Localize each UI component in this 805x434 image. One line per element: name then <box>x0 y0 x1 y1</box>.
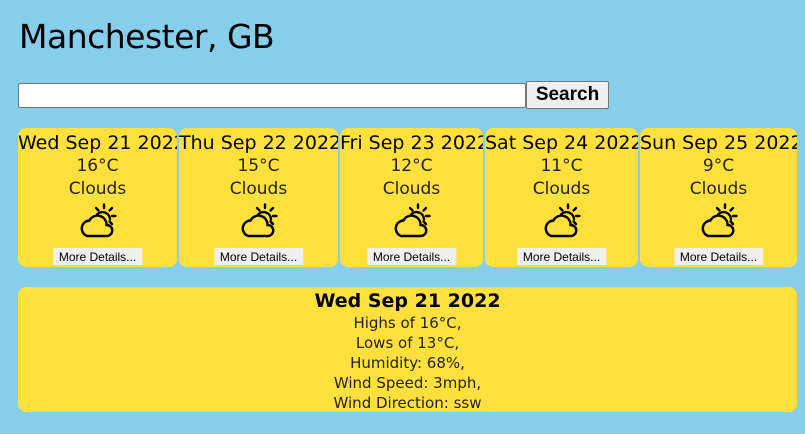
forecast-date: Fri Sep 23 2022 <box>340 132 483 154</box>
forecast-date: Sat Sep 24 2022 <box>485 132 638 154</box>
partly-cloudy-icon <box>544 203 581 238</box>
forecast-card: Wed Sep 21 2022 16°C Clouds More Details… <box>18 128 177 267</box>
details-wind-direction: Wind Direction: ssw <box>333 394 482 412</box>
forecast-temperature: 15°C <box>237 156 280 176</box>
details-wind-speed: Wind Speed: 3mph, <box>333 374 482 392</box>
forecast-condition: Clouds <box>382 179 441 199</box>
search-bar: Search <box>18 81 609 109</box>
forecast-date: Thu Sep 22 2022 <box>179 132 338 154</box>
partly-cloudy-icon <box>701 203 738 238</box>
forecast-card: Thu Sep 22 2022 15°C Clouds More Details… <box>179 128 338 267</box>
search-button[interactable]: Search <box>526 81 609 109</box>
forecast-card: Fri Sep 23 2022 12°C Clouds More Details… <box>340 128 483 267</box>
forecast-temperature: 11°C <box>540 156 583 176</box>
more-details-button[interactable]: More Details... <box>516 248 607 265</box>
forecast-condition: Clouds <box>229 179 288 199</box>
forecast-temperature: 9°C <box>702 156 735 176</box>
details-highs: Highs of 16°C, <box>353 314 462 332</box>
more-details-button[interactable]: More Details... <box>213 248 304 265</box>
details-lows: Lows of 13°C, <box>355 334 460 352</box>
forecast-condition: Clouds <box>689 179 748 199</box>
forecast-card: Sun Sep 25 2022 9°C Clouds More Details.… <box>640 128 797 267</box>
details-date: Wed Sep 21 2022 <box>314 290 501 312</box>
page-title: Manchester, GB <box>19 17 275 56</box>
forecast-list: Wed Sep 21 2022 16°C Clouds More Details… <box>18 128 797 267</box>
search-input[interactable] <box>18 82 526 108</box>
forecast-condition: Clouds <box>68 179 127 199</box>
more-details-button[interactable]: More Details... <box>52 248 143 265</box>
forecast-condition: Clouds <box>532 179 591 199</box>
more-details-button[interactable]: More Details... <box>366 248 457 265</box>
forecast-card: Sat Sep 24 2022 11°C Clouds More Details… <box>485 128 638 267</box>
more-details-button[interactable]: More Details... <box>673 248 764 265</box>
partly-cloudy-icon <box>80 203 117 238</box>
forecast-temperature: 12°C <box>390 156 433 176</box>
partly-cloudy-icon <box>241 203 278 238</box>
forecast-date: Wed Sep 21 2022 <box>18 132 177 154</box>
forecast-date: Sun Sep 25 2022 <box>640 132 797 154</box>
details-panel: Wed Sep 21 2022 Highs of 16°C, Lows of 1… <box>18 287 797 412</box>
details-humidity: Humidity: 68%, <box>350 354 465 372</box>
forecast-temperature: 16°C <box>76 156 119 176</box>
partly-cloudy-icon <box>394 203 431 238</box>
